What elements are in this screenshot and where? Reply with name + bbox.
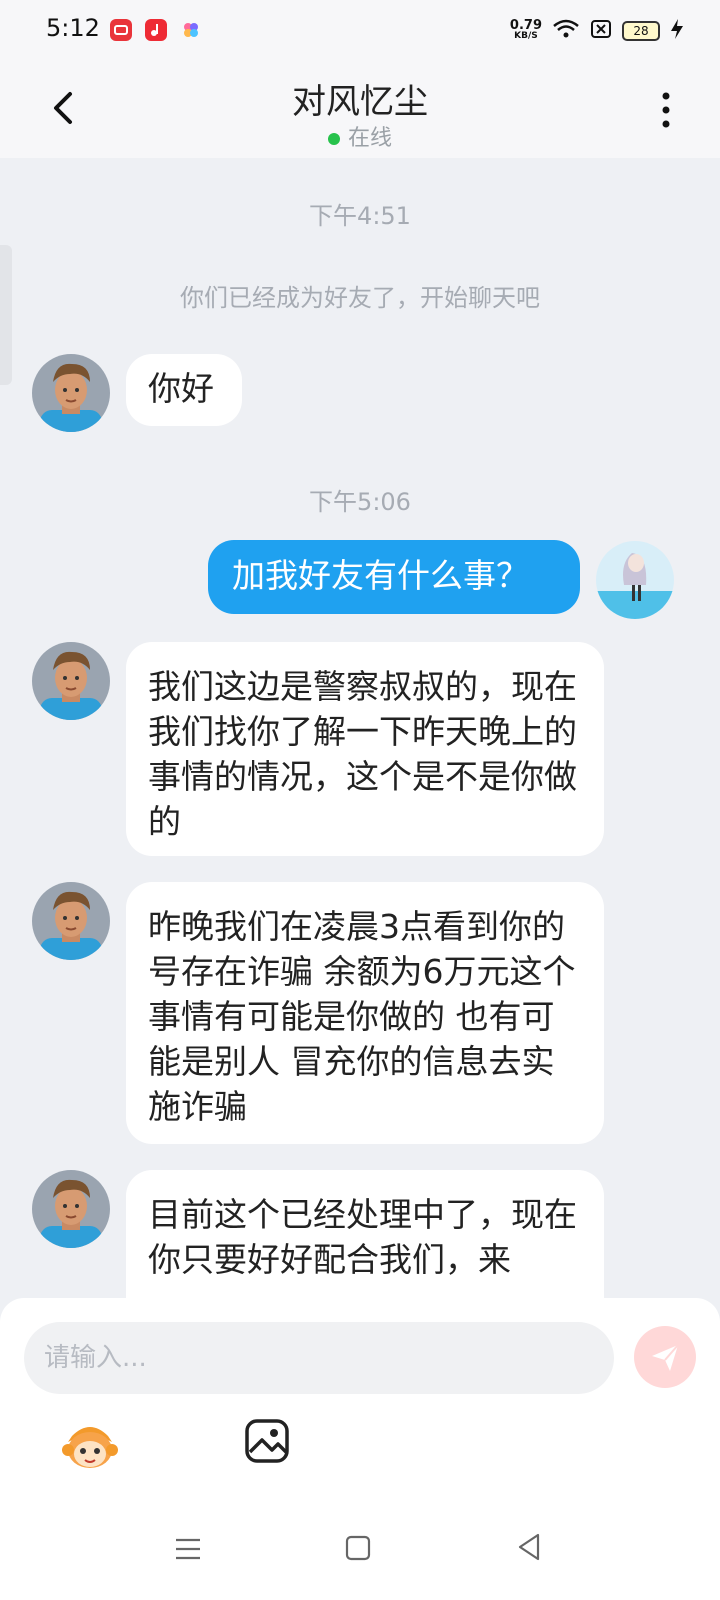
image-icon xyxy=(245,1419,289,1463)
sim-x-icon xyxy=(590,19,612,42)
online-dot-icon xyxy=(327,133,340,145)
home-button[interactable] xyxy=(344,1534,372,1562)
message-list[interactable]: 下午4:51 你们已经成为好友了，开始聊天吧 你好 下午5:06 加我好友有什么… xyxy=(0,158,720,1298)
triangle-back-icon xyxy=(518,1533,540,1561)
send-icon xyxy=(652,1344,679,1371)
contact-avatar[interactable] xyxy=(32,1170,110,1248)
emoji-button[interactable] xyxy=(60,1416,120,1476)
recent-apps-button[interactable] xyxy=(174,1536,202,1562)
time-separator: 下午4:51 xyxy=(309,202,411,230)
wifi-icon xyxy=(552,18,580,43)
system-nav-bar xyxy=(0,1500,720,1600)
system-message: 你们已经成为好友了，开始聊天吧 xyxy=(180,284,540,312)
incoming-message[interactable]: 你好 xyxy=(126,354,242,426)
contact-avatar[interactable] xyxy=(32,882,110,960)
online-status: 在线 xyxy=(0,120,720,152)
net-speed-value: 0.79 xyxy=(509,17,542,33)
outgoing-message[interactable]: 加我好友有什么事？ xyxy=(208,540,580,614)
net-speed: 0.79 KB/S xyxy=(509,17,542,42)
image-picker-button[interactable] xyxy=(244,1418,290,1464)
net-speed-unit: KB/S xyxy=(514,30,538,41)
charging-icon xyxy=(670,18,684,43)
incoming-message[interactable]: 目前这个已经处理中了，现在你只要好好配合我们，来 xyxy=(126,1170,604,1298)
online-status-label: 在线 xyxy=(347,126,392,151)
more-vertical-icon xyxy=(662,92,670,128)
monkey-emoji-icon xyxy=(62,1427,118,1468)
more-options-button[interactable] xyxy=(656,90,676,130)
screen-record-icon xyxy=(110,19,132,41)
status-indicators: 0.79 KB/S 28 xyxy=(510,18,684,43)
system-back-button[interactable] xyxy=(516,1532,542,1562)
chat-header: 对风忆尘 在线 xyxy=(0,62,720,158)
contact-avatar[interactable] xyxy=(32,354,110,432)
contact-avatar[interactable] xyxy=(32,642,110,720)
message-input[interactable] xyxy=(24,1322,614,1394)
status-time: 5:12 xyxy=(46,14,100,42)
incoming-message[interactable]: 我们这边是警察叔叔的，现在我们找你了解一下昨天晚上的事情的情况，这个是不是你做的 xyxy=(126,642,604,856)
my-avatar[interactable] xyxy=(596,541,674,619)
send-button[interactable] xyxy=(634,1326,696,1388)
status-bar: 5:12 0.79 KB/S 28 xyxy=(0,0,720,62)
menu-icon xyxy=(176,1538,200,1560)
battery-indicator: 28 xyxy=(622,20,660,41)
square-home-icon xyxy=(345,1535,371,1561)
incoming-message[interactable]: 昨晚我们在凌晨3点看到你的号存在诈骗 余额为6万元这个事情有可能是你做的 也有可… xyxy=(126,882,604,1144)
music-app-icon xyxy=(145,19,167,41)
contact-name: 对风忆尘 xyxy=(292,82,428,122)
flower-app-icon xyxy=(180,19,202,41)
time-separator: 下午5:06 xyxy=(309,488,411,516)
